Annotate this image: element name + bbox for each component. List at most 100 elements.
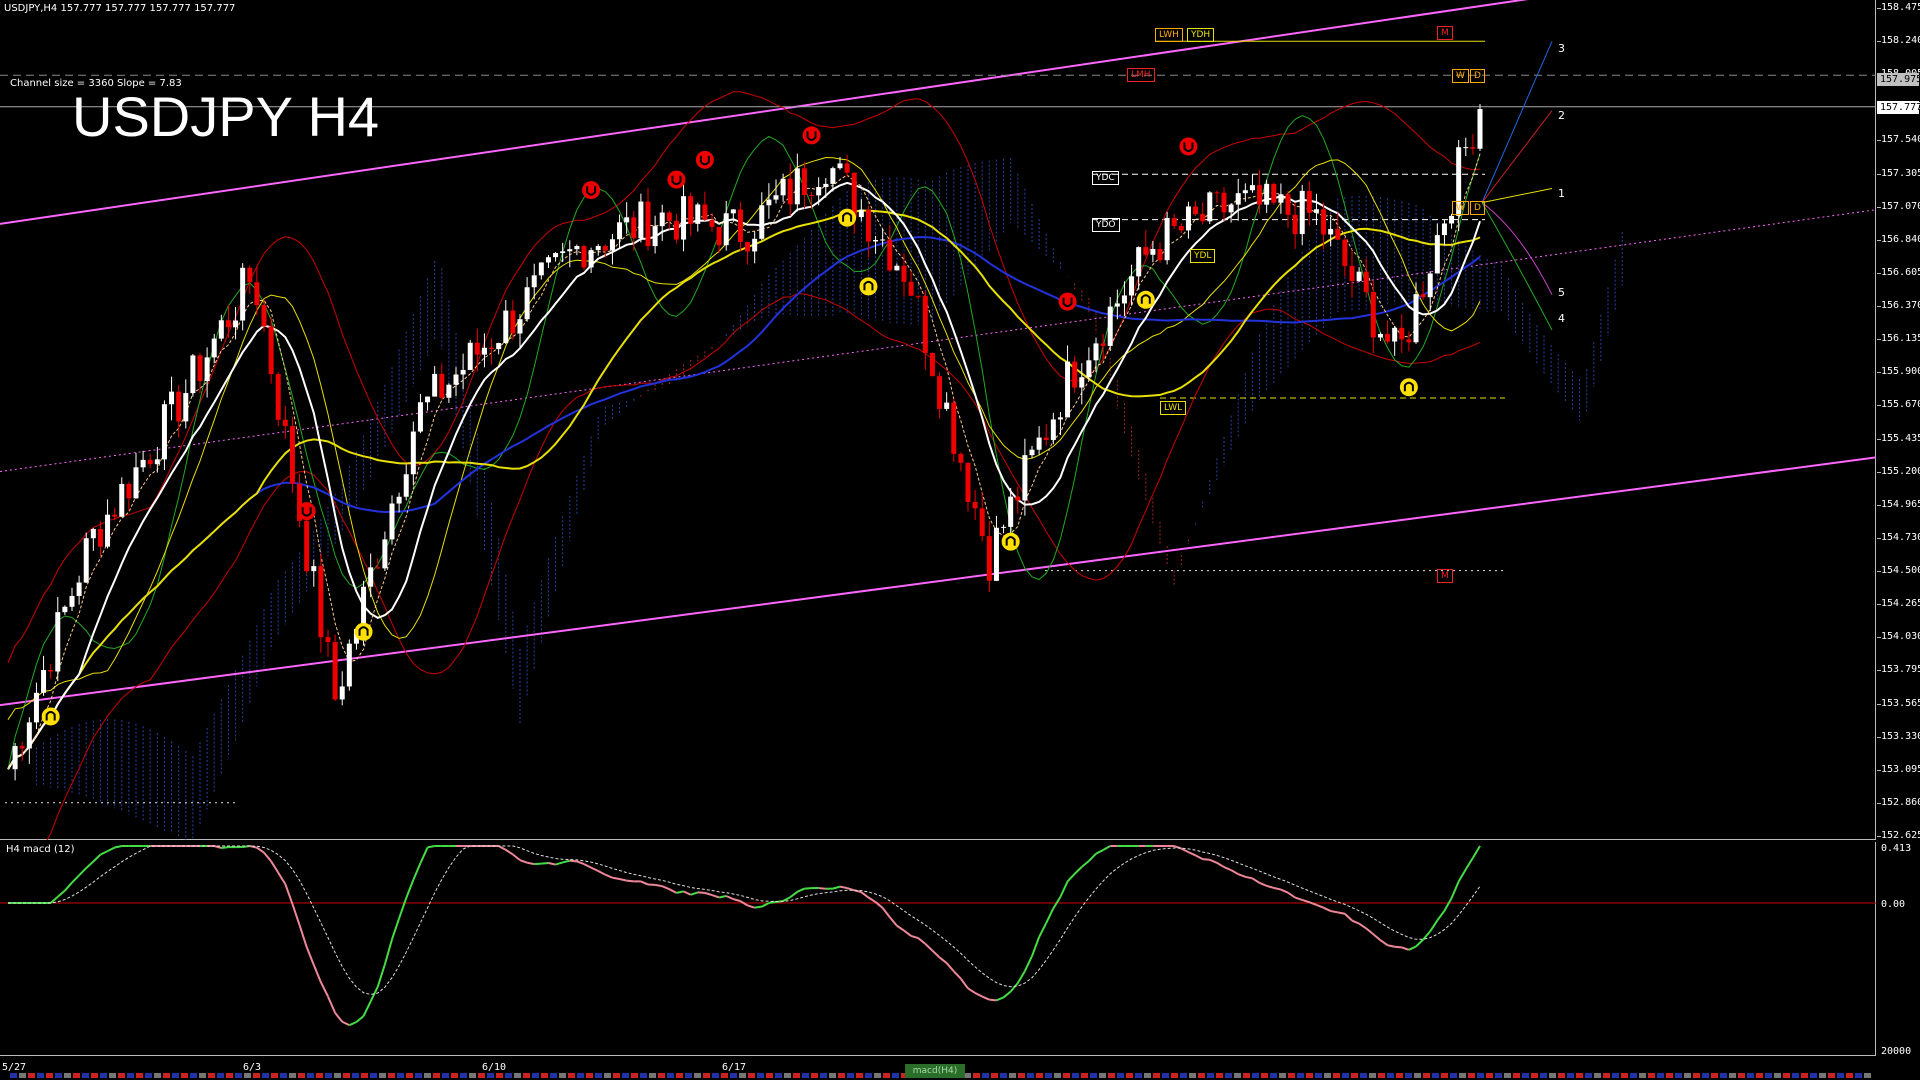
candle-body xyxy=(510,310,516,334)
price-tick-label: 156.135 xyxy=(1881,333,1920,345)
macd-line-segment xyxy=(391,918,401,940)
macd-line-segment xyxy=(931,949,941,959)
candle-body xyxy=(844,163,850,173)
macd-line-segment xyxy=(761,902,770,908)
candle-body xyxy=(133,467,139,499)
time-strip-cell xyxy=(559,1073,566,1078)
candle-body xyxy=(247,267,253,283)
ydo-tag: YDO xyxy=(1092,218,1120,232)
time-strip-cell xyxy=(19,1073,26,1078)
macd-indicator-button[interactable]: macd(H4) xyxy=(905,1064,965,1078)
price-axis: 158.475158.240158.005157.775157.540157.3… xyxy=(1877,0,1920,1080)
macd-line-segment xyxy=(85,860,95,869)
candle-body xyxy=(1470,147,1476,149)
time-strip-cell xyxy=(1180,1073,1187,1078)
time-strip-cell xyxy=(1117,1073,1124,1078)
candle-body xyxy=(531,275,537,288)
time-strip-cell xyxy=(829,1073,836,1078)
time-strip-cell xyxy=(1234,1073,1241,1078)
macd-panel[interactable]: H4 macd (12) xyxy=(0,842,1876,1056)
macd-line-segment xyxy=(597,870,606,876)
time-strip-cell xyxy=(1081,1073,1088,1078)
ydh-tag: YDH xyxy=(1187,28,1215,42)
time-strip-cell xyxy=(28,1073,35,1078)
price-tick-mark xyxy=(1877,769,1881,771)
time-tick-label: 6/10 xyxy=(482,1062,507,1073)
price-tick-mark xyxy=(1877,239,1881,241)
candle-body xyxy=(944,402,950,409)
time-strip-cell xyxy=(298,1073,305,1078)
time-strip-cell xyxy=(568,1073,575,1078)
macd-line-segment xyxy=(298,924,308,948)
macd-line-segment xyxy=(860,891,870,899)
candle-body xyxy=(780,178,786,196)
macd-line-segment xyxy=(1088,852,1097,862)
time-strip-cell xyxy=(325,1073,332,1078)
price-tick-label: 153.095 xyxy=(1881,763,1920,775)
time-strip-cell xyxy=(262,1073,269,1078)
time-strip-cell xyxy=(1837,1073,1844,1078)
candle-body xyxy=(524,287,530,320)
candle-body xyxy=(1157,248,1163,261)
macd-line-segment xyxy=(1259,881,1268,887)
time-strip-cell xyxy=(127,1073,134,1078)
candle-body xyxy=(1463,147,1469,149)
time-strip-cell xyxy=(1036,1073,1043,1078)
w-tag-top: W xyxy=(1452,69,1469,83)
candle-body xyxy=(1150,248,1156,255)
candle-body xyxy=(254,282,260,306)
macd-line-segment xyxy=(548,862,556,866)
time-strip-cell xyxy=(1243,1073,1250,1078)
candle-body xyxy=(126,483,132,499)
macd-line-segment xyxy=(640,880,649,886)
time-strip-cell xyxy=(1486,1073,1493,1078)
lmh-tag: LMH xyxy=(1127,68,1155,82)
chart-title: USDJPY H4 xyxy=(72,85,380,148)
candle-body xyxy=(119,483,125,517)
candle-body xyxy=(809,195,815,197)
time-strip-cell xyxy=(991,1073,998,1078)
candle-body xyxy=(553,253,559,258)
candle-body xyxy=(1065,361,1071,418)
price-tick-mark xyxy=(1877,173,1881,175)
candle-body xyxy=(602,245,608,251)
candle-body xyxy=(410,431,416,475)
time-strip-cell xyxy=(1738,1073,1745,1078)
price-chart-panel[interactable]: USDJPY,H4 157.777 157.777 157.777 157.77… xyxy=(0,0,1876,840)
macd-line-segment xyxy=(896,924,905,932)
candle-body xyxy=(1441,223,1447,236)
candle-body xyxy=(1185,206,1191,231)
time-strip-cell xyxy=(478,1073,485,1078)
candle-body xyxy=(716,226,722,246)
candle-body xyxy=(1363,271,1369,292)
macd-line-segment xyxy=(1316,903,1324,909)
candle-body xyxy=(880,239,886,241)
time-strip-cell xyxy=(712,1073,719,1078)
price-tick-mark xyxy=(1877,571,1881,573)
macd-line-segment xyxy=(1095,849,1104,855)
candle-body xyxy=(69,595,75,607)
time-strip-cell xyxy=(1630,1073,1637,1078)
time-strip-cell xyxy=(1684,1073,1691,1078)
candle-body xyxy=(105,514,111,547)
time-strip-cell xyxy=(199,1073,206,1078)
candle-body xyxy=(972,501,978,509)
time-strip-cell xyxy=(1387,1073,1394,1078)
time-strip-cell xyxy=(514,1073,521,1078)
candle-body xyxy=(432,373,438,397)
m-tag-bottom: M xyxy=(1437,569,1453,583)
fractal-up-marker xyxy=(838,208,857,227)
candle-body xyxy=(503,310,509,344)
macd-line-segment xyxy=(1330,910,1338,914)
time-strip-cell xyxy=(1297,1073,1304,1078)
time-strip-cell xyxy=(1693,1073,1700,1078)
macd-line-segment xyxy=(718,895,727,899)
time-strip-cell xyxy=(667,1073,674,1078)
fib-label-2: 2 xyxy=(1558,109,1565,122)
macd-line-segment xyxy=(405,879,415,899)
macd-line-segment xyxy=(1358,922,1367,930)
candle-body xyxy=(161,404,167,460)
candle-body xyxy=(1264,183,1270,205)
macd-line-segment xyxy=(1472,845,1481,859)
price-tick-label: 155.200 xyxy=(1881,465,1920,477)
